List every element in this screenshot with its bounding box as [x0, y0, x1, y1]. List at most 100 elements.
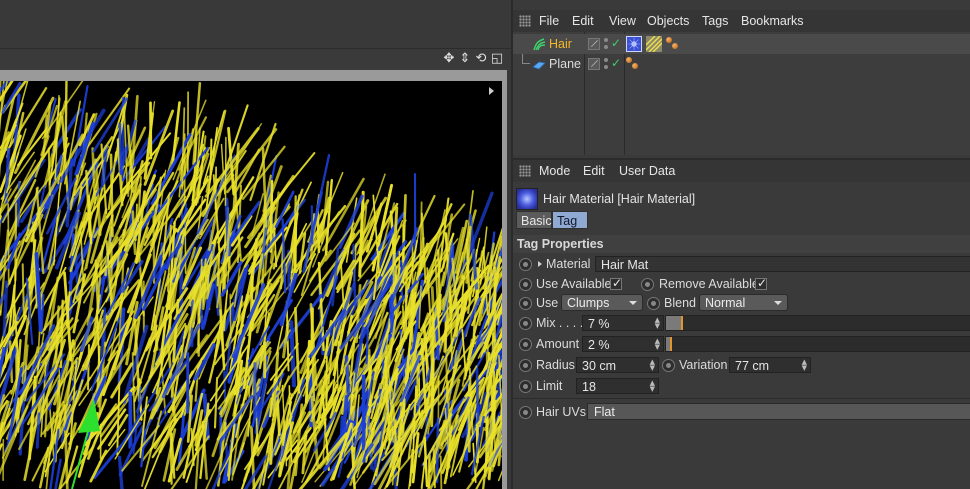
object-name[interactable]: Hair	[549, 37, 572, 51]
mix-value: 7 %	[588, 317, 610, 331]
panel-grip-icon[interactable]	[519, 15, 531, 27]
variation-input[interactable]: 77 cm ▲ ▼	[729, 357, 811, 373]
amount-slider[interactable]	[665, 336, 970, 352]
hair-strands	[0, 81, 502, 489]
menu-edit[interactable]: Edit	[583, 164, 605, 178]
section-title: Tag Properties	[517, 237, 604, 251]
viewport-frame	[0, 70, 507, 489]
blend-radio[interactable]	[647, 297, 660, 310]
amount-input[interactable]: 2 % ▲ ▼	[582, 336, 664, 352]
hair-material-tag-icon[interactable]	[626, 36, 642, 52]
variation-label: Variation	[679, 358, 728, 372]
right-panel: File Edit View Objects Tags Bookmarks Ha…	[511, 0, 970, 489]
visibility-dots-icon[interactable]	[604, 37, 609, 51]
hair-tag-icon[interactable]	[646, 36, 662, 52]
layer-toggle-icon[interactable]	[588, 58, 600, 70]
stepper-icon[interactable]: ▲ ▼	[650, 359, 655, 372]
material-anim-radio[interactable]	[519, 258, 532, 271]
tab-tag[interactable]: Tag	[552, 211, 588, 229]
hair-uvs-value: Flat	[594, 405, 615, 419]
limit-value: 18	[582, 380, 596, 394]
menu-edit[interactable]: Edit	[572, 14, 594, 28]
use-available-radio[interactable]	[519, 278, 532, 291]
attribute-manager: Mode Edit User Data Hair Material [Hair …	[513, 158, 970, 489]
zoom-view-icon[interactable]: ⇕	[458, 52, 472, 66]
use-radio[interactable]	[519, 297, 532, 310]
variation-value: 77 cm	[735, 359, 770, 373]
check-mark-icon: ✓	[612, 276, 623, 290]
limit-label: Limit	[536, 379, 563, 393]
viewport-canvas[interactable]	[0, 81, 502, 489]
variation-radio[interactable]	[662, 359, 675, 372]
remove-available-checkbox[interactable]: ✓	[755, 276, 768, 290]
hair-uvs-label: Hair UVs	[536, 405, 587, 419]
amount-slider-handle[interactable]	[670, 337, 672, 351]
remove-available-radio[interactable]	[641, 278, 654, 291]
layer-toggle-icon[interactable]	[588, 38, 600, 50]
maximize-view-icon[interactable]: ◱	[490, 52, 504, 66]
divider	[513, 398, 970, 399]
mix-slider-handle[interactable]	[681, 316, 683, 330]
menu-tags[interactable]: Tags	[702, 14, 728, 28]
mix-slider[interactable]	[665, 315, 970, 331]
attribute-title: Hair Material [Hair Material]	[543, 192, 696, 206]
amount-value: 2 %	[588, 338, 610, 352]
material-thumbnail-icon	[516, 188, 538, 210]
object-row-plane[interactable]: Plane ✓	[513, 54, 970, 74]
expand-arrow-icon[interactable]	[538, 261, 542, 267]
use-dropdown[interactable]: Clumps	[561, 294, 643, 311]
check-mark-icon: ✓	[757, 276, 768, 290]
stepper-icon[interactable]: ▲ ▼	[655, 338, 660, 351]
use-available-checkbox[interactable]: ✓	[610, 276, 623, 290]
hair-object-icon	[533, 38, 546, 51]
limit-input[interactable]: 18 ▲ ▼	[576, 378, 659, 394]
material-link-field[interactable]: Hair Mat	[595, 256, 970, 272]
radius-radio[interactable]	[519, 359, 532, 372]
mix-input[interactable]: 7 % ▲ ▼	[582, 315, 664, 331]
radius-input[interactable]: 30 cm ▲ ▼	[576, 357, 659, 373]
hair-render	[0, 81, 502, 489]
plane-object-icon	[532, 61, 546, 70]
limit-radio[interactable]	[519, 380, 532, 393]
viewport-header: ✥ ⇕ ⟲ ◱	[0, 48, 511, 70]
amount-label: Amount	[536, 337, 580, 351]
use-available-label: Use Available	[536, 277, 612, 291]
material-balls-icon[interactable]	[626, 57, 640, 71]
use-label: Use	[536, 296, 559, 310]
hair-uvs-dropdown[interactable]: Flat	[587, 403, 970, 420]
move-view-icon[interactable]: ✥	[442, 52, 456, 66]
radius-label: Radius	[536, 358, 575, 372]
amount-radio[interactable]	[519, 338, 532, 351]
menu-mode[interactable]: Mode	[539, 164, 570, 178]
viewport-panel: ✥ ⇕ ⟲ ◱	[0, 0, 511, 489]
menu-view[interactable]: View	[609, 14, 636, 28]
material-balls-icon[interactable]	[666, 37, 680, 51]
mix-radio[interactable]	[519, 317, 532, 330]
menu-file[interactable]: File	[539, 14, 559, 28]
enabled-check-icon[interactable]: ✓	[611, 56, 621, 70]
stepper-icon[interactable]: ▲ ▼	[655, 317, 660, 330]
attribute-header: Hair Material [Hair Material] Basic Tag	[513, 184, 970, 240]
panel-grip-icon[interactable]	[519, 165, 531, 177]
rotate-view-icon[interactable]: ⟲	[474, 52, 488, 66]
attribute-manager-menubar: Mode Edit User Data	[513, 160, 970, 182]
blend-value: Normal	[705, 296, 746, 310]
blend-dropdown[interactable]: Normal	[699, 294, 788, 311]
viewport-expand-icon[interactable]	[489, 87, 494, 95]
stepper-icon[interactable]: ▲ ▼	[802, 359, 807, 372]
object-row-hair[interactable]: Hair ✓	[513, 34, 970, 54]
material-label: Material	[546, 257, 591, 271]
object-name[interactable]: Plane	[549, 57, 581, 71]
chevron-down-icon	[774, 301, 782, 305]
enabled-check-icon[interactable]: ✓	[611, 36, 621, 50]
object-manager: File Edit View Objects Tags Bookmarks Ha…	[513, 10, 970, 155]
use-value: Clumps	[567, 296, 610, 310]
visibility-dots-icon[interactable]	[604, 57, 609, 71]
chevron-down-icon	[629, 301, 637, 305]
menu-bookmarks[interactable]: Bookmarks	[741, 14, 804, 28]
hair-uvs-radio[interactable]	[519, 406, 532, 419]
stepper-icon[interactable]: ▲ ▼	[650, 380, 655, 393]
menu-user-data[interactable]: User Data	[619, 164, 675, 178]
tab-basic[interactable]: Basic	[516, 211, 552, 229]
menu-objects[interactable]: Objects	[647, 14, 689, 28]
